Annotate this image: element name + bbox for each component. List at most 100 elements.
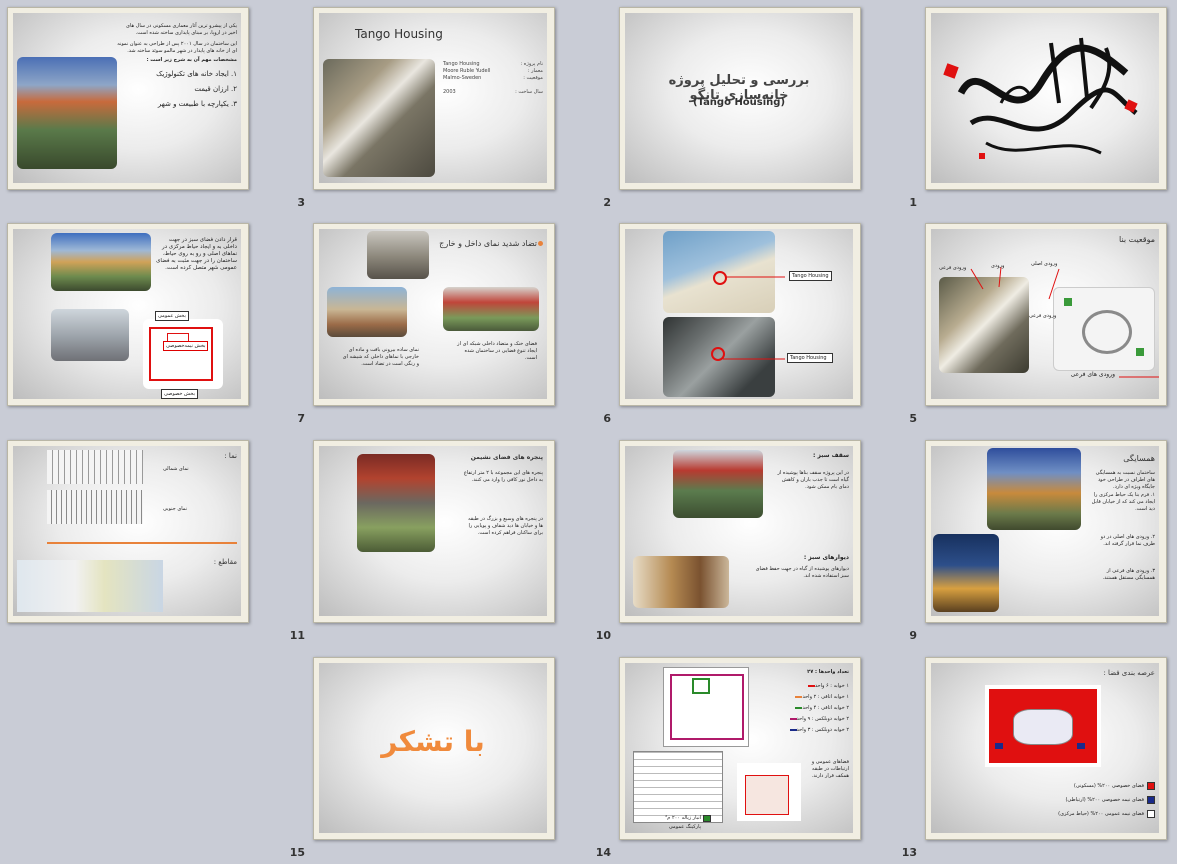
legend-swatch	[1147, 809, 1155, 818]
description-right: فضای خنک و متضاد داخلی شبکه ای از ایجاد …	[457, 341, 537, 361]
neighborhood-text: ۱. فرم بنا یک حیاط مرکزی را ایجاد می کند…	[1091, 492, 1155, 512]
project-info-labels: نام پروژه : معمار : موقعیت : سال ساخت :	[515, 61, 543, 95]
body-text: پنجره های این مجموعه با ۲ متر ارتفاع به …	[463, 470, 543, 483]
building-photo	[17, 57, 117, 169]
description-left: نمای ساده بیرونی بافت و ماده ای خارجی با…	[342, 347, 419, 367]
facade-photo	[51, 309, 129, 361]
drawing-label: نمای جنوبی	[163, 506, 188, 512]
entrance-label: ورودی فرعی	[939, 265, 967, 271]
slide-title: پنجره های فضای نشیمن	[470, 454, 543, 461]
entrance-label: ورودی فرعی	[1029, 313, 1057, 319]
entrance-label: ورودی	[991, 263, 1005, 269]
slide-canvas: Tango Housing Tango Housing Moore Ruble …	[319, 13, 547, 183]
calligraphy-basmala-image	[943, 37, 1138, 159]
slide-number: 10	[595, 629, 611, 642]
section-title: دیوارهای سبز :	[803, 554, 849, 561]
interior-photo	[633, 556, 729, 608]
entrance-label: ورودی اصلی	[1031, 261, 1058, 267]
list-item: ۲. ارزان قیمت	[194, 85, 237, 93]
legend-label: ۱ خوابه اتاقی : ۲ واحد	[802, 694, 849, 700]
slide-title: مقاطع :	[213, 558, 237, 566]
courtyard-photo	[51, 233, 151, 291]
note-text: فضاهای عمومی و ارتباطات در طبقه همکف قرا…	[811, 759, 849, 779]
legend-label: فضای نیمه عمومی ۲۰۰% (حیاط مرکزی)	[1058, 811, 1144, 817]
slide-canvas: تضاد شدید نمای داخل و خارج نمای ساده بیر…	[319, 229, 547, 399]
slide-canvas: نما : نمای شمالی نمای جنوبی مقاطع :	[13, 446, 241, 616]
legend-label: ۱ خوابه : ۶ واحد	[814, 683, 849, 689]
slide-canvas: با تشکر	[319, 663, 547, 833]
neighborhood-text: ۳. ورودی های فرعی از همسایگی مستقل هستند…	[1102, 568, 1155, 581]
bullet-icon	[538, 241, 543, 246]
list-item: ۳. یکپارچه با طبیعت و شهر	[157, 100, 237, 108]
drawing-label: نمای شمالی	[163, 466, 189, 472]
intro-paragraph-2: این ساختمان در سال ۲۰۰۱ پس از طراحی به ع…	[117, 41, 237, 54]
neighborhood-text: ساختمان نسبت به همسایگی های اطراف در طرا…	[1095, 470, 1155, 490]
slide-canvas: قرار دادن فضای سبز در جهت داخلی به و ایج…	[13, 229, 241, 399]
slide-number: 3	[297, 196, 305, 209]
divider-line	[47, 542, 237, 544]
unit-plan	[663, 667, 749, 747]
slide-subtitle: (Tango Housing)	[692, 97, 786, 108]
legend-label: ۲ خوابه دوبلکس : ۳ واحد	[796, 727, 850, 733]
window-photo	[357, 454, 435, 552]
zone-tag: بخش نیمه‌خصوصی	[163, 341, 209, 351]
project-info-values: Tango Housing Moore Ruble Yudell Malmo-S…	[443, 61, 491, 95]
courtyard-photo	[443, 287, 539, 331]
slide-canvas: سقف سبز : در این پروژه سقف بناها پوشیده …	[625, 446, 853, 616]
description-paragraph: قرار دادن فضای سبز در جهت داخلی به و ایج…	[156, 237, 237, 271]
slide-number: 5	[909, 412, 917, 425]
legend-swatch	[1147, 781, 1155, 790]
body-text: در پنجره های وسیع و بزرگ در طبقه ها و خی…	[468, 516, 543, 536]
slide-number: 1	[909, 196, 917, 209]
slide-canvas: یکی از پیشرو ترین آثار معماری مسکونی در …	[13, 13, 241, 183]
slide-title: Tango Housing	[355, 27, 443, 41]
roof-photo	[673, 450, 763, 518]
slide-canvas	[931, 13, 1159, 183]
slide-number: 9	[909, 629, 917, 642]
slide-number: 11	[289, 629, 305, 642]
intro-paragraph: یکی از پیشرو ترین آثار معماری مسکونی در …	[126, 23, 237, 36]
zoning-plan	[985, 685, 1101, 767]
legend: فضای خصوصی ۲۰۰% (مسکونی) فضای نیمه خصوصی…	[1058, 779, 1155, 821]
legend-swatch	[1147, 795, 1155, 804]
slide-canvas: عرصه بندی فضا : فضای خصوصی ۲۰۰% (مسکونی)…	[931, 663, 1159, 833]
thanks-title: با تشکر	[381, 725, 485, 758]
slide-canvas: بررسی و تحلیل پروژه خانه‌سازی تانگو (Tan…	[625, 13, 853, 183]
zone-tag: بخش عمومی	[155, 311, 189, 321]
legend-label: فضای خصوصی ۲۰۰% (مسکونی)	[1073, 783, 1144, 789]
slide-title: عرصه بندی فضا :	[1103, 669, 1155, 677]
exterior-photo	[327, 287, 407, 337]
facade-photo	[367, 231, 429, 279]
aerial-photo	[323, 59, 435, 177]
list-item: ۱. ایجاد خانه های تکنولوژیک	[156, 70, 237, 78]
neighborhood-text: ۲. ورودی های اصلی در دو طرف نما قرار گرف…	[1100, 534, 1155, 547]
slide-canvas: تعداد واحدها : ۲۷ ۱ خوابه : ۶ واحد ۱ خوا…	[625, 663, 853, 833]
list-heading: مشخصات مهم آن به شرح زیر است :	[146, 57, 237, 63]
slide-number: 14	[595, 846, 611, 859]
pointer-lines	[723, 276, 785, 360]
slide-number: 7	[297, 412, 305, 425]
legend-label: ۲ خوابه دوبلکس : ۹ واحد	[796, 716, 850, 722]
slide-number: 13	[901, 846, 917, 859]
slide-number: 15	[289, 846, 305, 859]
section-drawing	[17, 560, 163, 612]
slide-title: نما :	[224, 452, 237, 460]
zone-tag: بخش خصوصی	[161, 389, 199, 399]
section-text: در این پروژه سقف بناها پوشیده از گیاه اس…	[777, 470, 849, 490]
slide-title: تضاد شدید نمای داخل و خارج	[439, 239, 537, 248]
caption: ورودی های فرعی	[1070, 371, 1115, 378]
slide-canvas: همسایگی ساختمان نسبت به همسایگی های اطرا…	[931, 446, 1159, 616]
zoning-plan	[143, 319, 223, 389]
unit-legend: ۱ خوابه : ۶ واحد ۱ خوابه اتاقی : ۲ واحد …	[786, 681, 850, 736]
section-title: سقف سبز :	[812, 452, 849, 459]
elevation-drawing	[47, 450, 143, 484]
slide-canvas: پنجره های فضای نشیمن پنجره های این مجموع…	[319, 446, 547, 616]
slide-title: همسایگی	[1123, 454, 1155, 463]
bottom-label: انبار زباله ۲۰۰ م²	[665, 815, 701, 821]
courtyard-photo	[987, 448, 1081, 530]
legend-label: ۲ خوابه اتاقی : ۴ واحد	[802, 705, 849, 711]
elevation-drawing	[47, 490, 143, 524]
mini-plan	[737, 763, 801, 821]
slide-canvas: Tango Housing Tango Housing	[625, 229, 853, 399]
section-text: دیوارهای پوشیده از گیاه در جهت حفظ فضای …	[755, 566, 849, 579]
